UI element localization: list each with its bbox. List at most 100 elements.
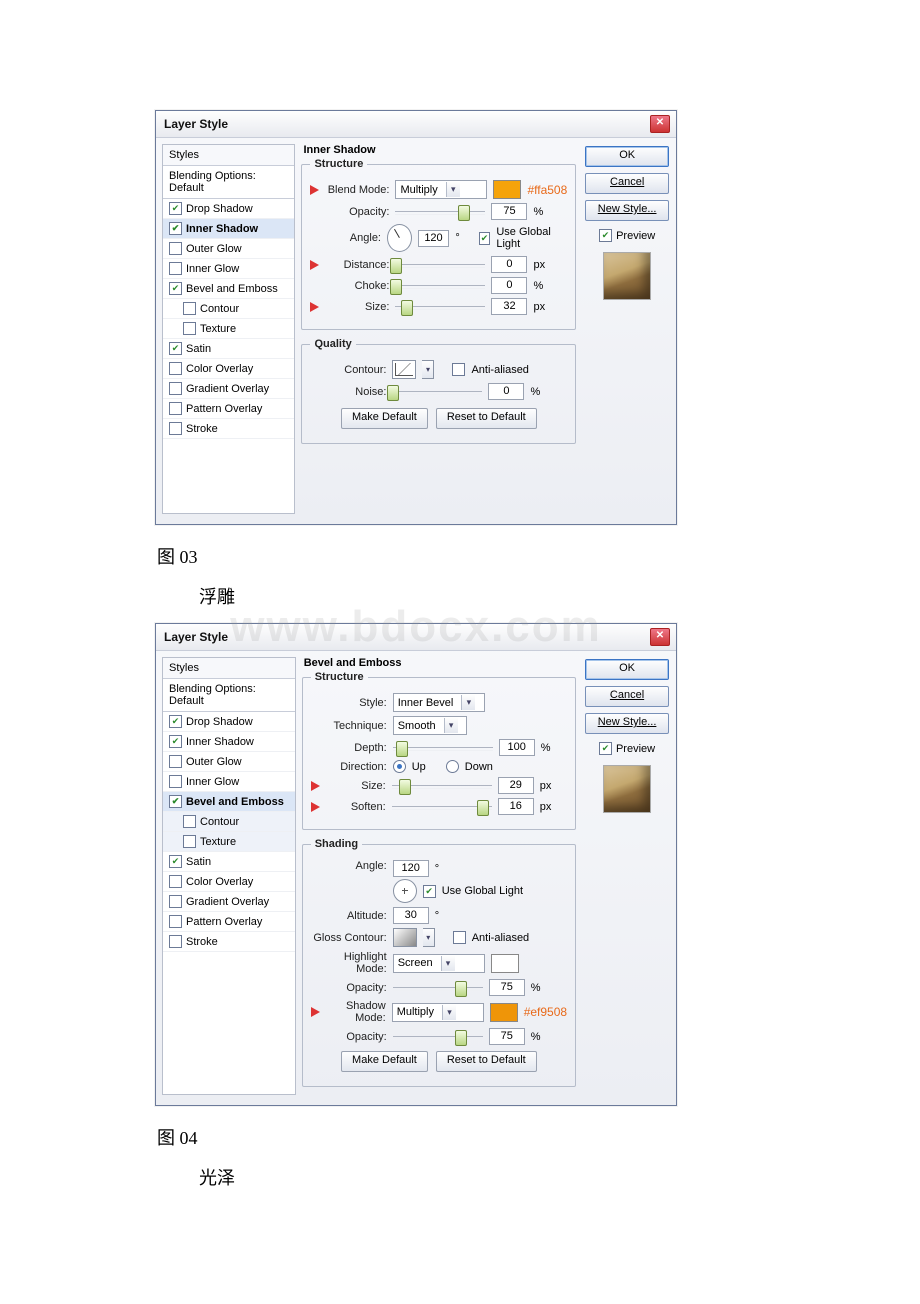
style-contour[interactable]: Contour xyxy=(163,299,294,319)
preview-checkbox[interactable] xyxy=(599,742,612,755)
checkbox-icon[interactable] xyxy=(169,895,182,908)
style-pattern-overlay[interactable]: Pattern Overlay xyxy=(163,399,294,419)
style-drop-shadow[interactable]: Drop Shadow xyxy=(163,199,294,219)
angle-value[interactable]: 120 xyxy=(418,230,450,247)
sh-opacity-slider[interactable] xyxy=(393,1030,483,1044)
blending-options-row[interactable]: Blending Options: Default xyxy=(163,679,295,712)
checkbox-icon[interactable] xyxy=(169,202,182,215)
antialiased-checkbox[interactable] xyxy=(453,931,466,944)
blend-mode-select[interactable]: Multiply ▾ xyxy=(395,180,487,199)
distance-slider[interactable] xyxy=(395,258,485,272)
soften-value[interactable]: 16 xyxy=(498,798,534,815)
checkbox-icon[interactable] xyxy=(169,382,182,395)
checkbox-icon[interactable] xyxy=(169,715,182,728)
angle-value[interactable]: 120 xyxy=(393,860,429,877)
size-slider[interactable] xyxy=(392,779,492,793)
checkbox-icon[interactable] xyxy=(169,755,182,768)
checkbox-icon[interactable] xyxy=(183,815,196,828)
global-light-checkbox[interactable] xyxy=(479,232,491,245)
style-inner-glow[interactable]: Inner Glow xyxy=(163,772,295,792)
reset-default-button[interactable]: Reset to Default xyxy=(436,1051,537,1072)
style-gradient-overlay[interactable]: Gradient Overlay xyxy=(163,892,295,912)
soften-slider[interactable] xyxy=(392,800,492,814)
checkbox-icon[interactable] xyxy=(169,342,182,355)
new-style-button[interactable]: New Style... xyxy=(585,713,669,734)
style-texture[interactable]: Texture xyxy=(163,319,294,339)
checkbox-icon[interactable] xyxy=(183,835,196,848)
checkbox-icon[interactable] xyxy=(169,402,182,415)
angle-dial[interactable] xyxy=(387,224,412,252)
shadow-color-swatch[interactable] xyxy=(490,1003,518,1022)
checkbox-icon[interactable] xyxy=(169,262,182,275)
preview-checkbox[interactable] xyxy=(599,229,612,242)
global-light-checkbox[interactable] xyxy=(423,885,436,898)
style-bevel-emboss[interactable]: Bevel and Emboss xyxy=(163,792,295,812)
gloss-contour-preview[interactable] xyxy=(393,928,417,947)
chevron-down-icon[interactable]: ▾ xyxy=(423,928,435,947)
distance-value[interactable]: 0 xyxy=(491,256,527,273)
checkbox-icon[interactable] xyxy=(169,795,182,808)
depth-slider[interactable] xyxy=(393,741,493,755)
color-swatch[interactable] xyxy=(493,180,521,199)
chevron-down-icon[interactable]: ▾ xyxy=(422,360,434,379)
style-color-overlay[interactable]: Color Overlay xyxy=(163,359,294,379)
antialiased-checkbox[interactable] xyxy=(452,363,465,376)
style-satin[interactable]: Satin xyxy=(163,852,295,872)
style-inner-glow[interactable]: Inner Glow xyxy=(163,259,294,279)
new-style-button[interactable]: New Style... xyxy=(585,200,669,221)
contour-preview[interactable] xyxy=(392,360,416,379)
style-inner-shadow[interactable]: Inner Shadow xyxy=(163,219,294,239)
opacity-slider[interactable] xyxy=(395,205,485,219)
hl-opacity-slider[interactable] xyxy=(393,981,483,995)
ok-button[interactable]: OK xyxy=(585,659,669,680)
checkbox-icon[interactable] xyxy=(169,422,182,435)
styles-header[interactable]: Styles xyxy=(163,145,294,166)
style-texture[interactable]: Texture xyxy=(163,832,295,852)
style-pattern-overlay[interactable]: Pattern Overlay xyxy=(163,912,295,932)
reset-default-button[interactable]: Reset to Default xyxy=(436,408,537,429)
opacity-value[interactable]: 75 xyxy=(491,203,527,220)
technique-select[interactable]: Smooth ▾ xyxy=(393,716,467,735)
size-value[interactable]: 32 xyxy=(491,298,527,315)
angle-altitude-dial[interactable] xyxy=(393,879,417,903)
blending-options-row[interactable]: Blending Options: Default xyxy=(163,166,294,199)
checkbox-icon[interactable] xyxy=(169,282,182,295)
noise-slider[interactable] xyxy=(392,385,482,399)
style-inner-shadow[interactable]: Inner Shadow xyxy=(163,732,295,752)
checkbox-icon[interactable] xyxy=(169,875,182,888)
checkbox-icon[interactable] xyxy=(169,222,182,235)
checkbox-icon[interactable] xyxy=(169,775,182,788)
checkbox-icon[interactable] xyxy=(183,302,196,315)
size-slider[interactable] xyxy=(395,300,485,314)
style-contour[interactable]: Contour xyxy=(163,812,295,832)
style-outer-glow[interactable]: Outer Glow xyxy=(163,239,294,259)
style-stroke[interactable]: Stroke xyxy=(163,932,295,952)
depth-value[interactable]: 100 xyxy=(499,739,535,756)
highlight-color-swatch[interactable] xyxy=(491,954,519,973)
hl-opacity-value[interactable]: 75 xyxy=(489,979,525,996)
style-satin[interactable]: Satin xyxy=(163,339,294,359)
checkbox-icon[interactable] xyxy=(169,915,182,928)
checkbox-icon[interactable] xyxy=(169,855,182,868)
style-gradient-overlay[interactable]: Gradient Overlay xyxy=(163,379,294,399)
choke-slider[interactable] xyxy=(395,279,485,293)
checkbox-icon[interactable] xyxy=(169,735,182,748)
altitude-value[interactable]: 30 xyxy=(393,907,429,924)
checkbox-icon[interactable] xyxy=(169,362,182,375)
sh-opacity-value[interactable]: 75 xyxy=(489,1028,525,1045)
close-icon[interactable]: ✕ xyxy=(650,115,670,133)
direction-down-radio[interactable] xyxy=(446,760,459,773)
close-icon[interactable]: ✕ xyxy=(650,628,670,646)
make-default-button[interactable]: Make Default xyxy=(341,1051,428,1072)
choke-value[interactable]: 0 xyxy=(491,277,527,294)
style-stroke[interactable]: Stroke xyxy=(163,419,294,439)
style-drop-shadow[interactable]: Drop Shadow xyxy=(163,712,295,732)
checkbox-icon[interactable] xyxy=(169,935,182,948)
cancel-button[interactable]: Cancel xyxy=(585,686,669,707)
style-color-overlay[interactable]: Color Overlay xyxy=(163,872,295,892)
size-value[interactable]: 29 xyxy=(498,777,534,794)
shadow-mode-select[interactable]: Multiply ▾ xyxy=(392,1003,484,1022)
style-bevel-emboss[interactable]: Bevel and Emboss xyxy=(163,279,294,299)
highlight-mode-select[interactable]: Screen ▾ xyxy=(393,954,485,973)
make-default-button[interactable]: Make Default xyxy=(341,408,428,429)
